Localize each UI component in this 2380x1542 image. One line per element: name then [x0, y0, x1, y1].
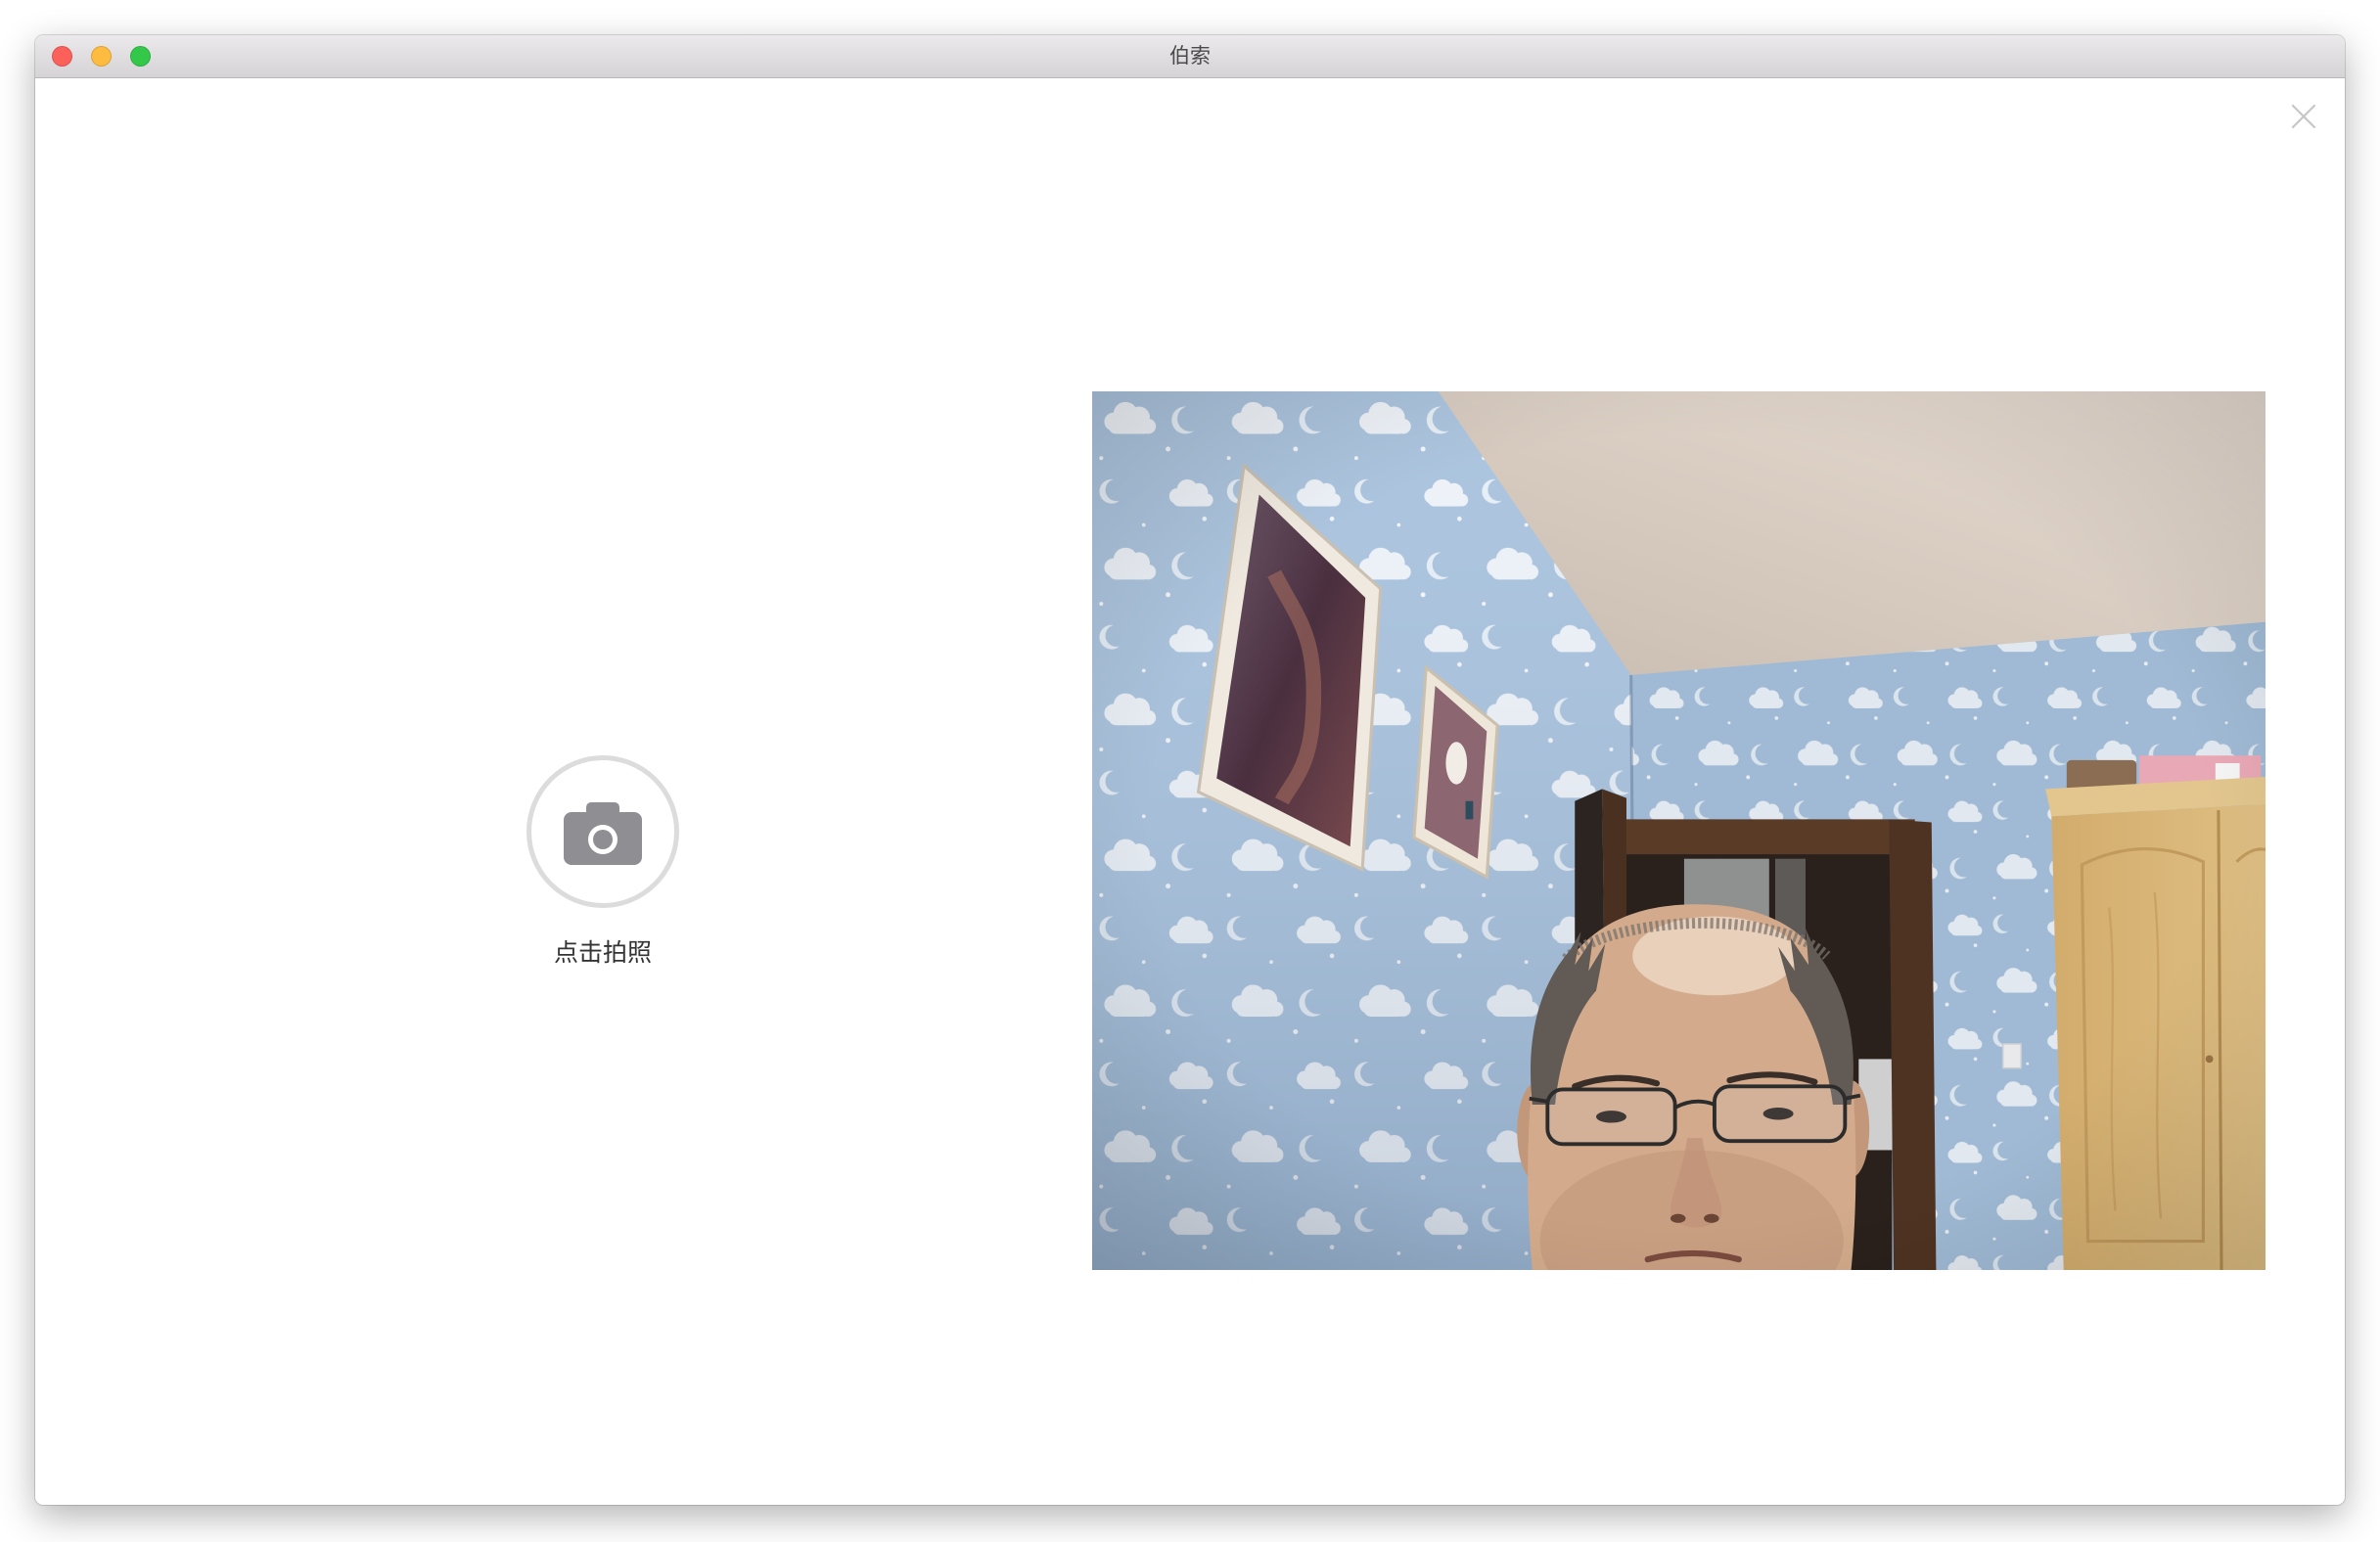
close-icon[interactable]: [2291, 104, 2316, 129]
take-photo-button[interactable]: [526, 755, 679, 908]
window-title: 伯索: [1169, 44, 1211, 68]
app-window: 伯索 点击拍照: [35, 35, 2345, 1505]
camera-preview: [1092, 391, 2266, 1270]
camera-icon: [564, 802, 642, 865]
title-bar[interactable]: 伯索: [35, 35, 2345, 78]
take-photo-label: 点击拍照: [553, 938, 652, 967]
